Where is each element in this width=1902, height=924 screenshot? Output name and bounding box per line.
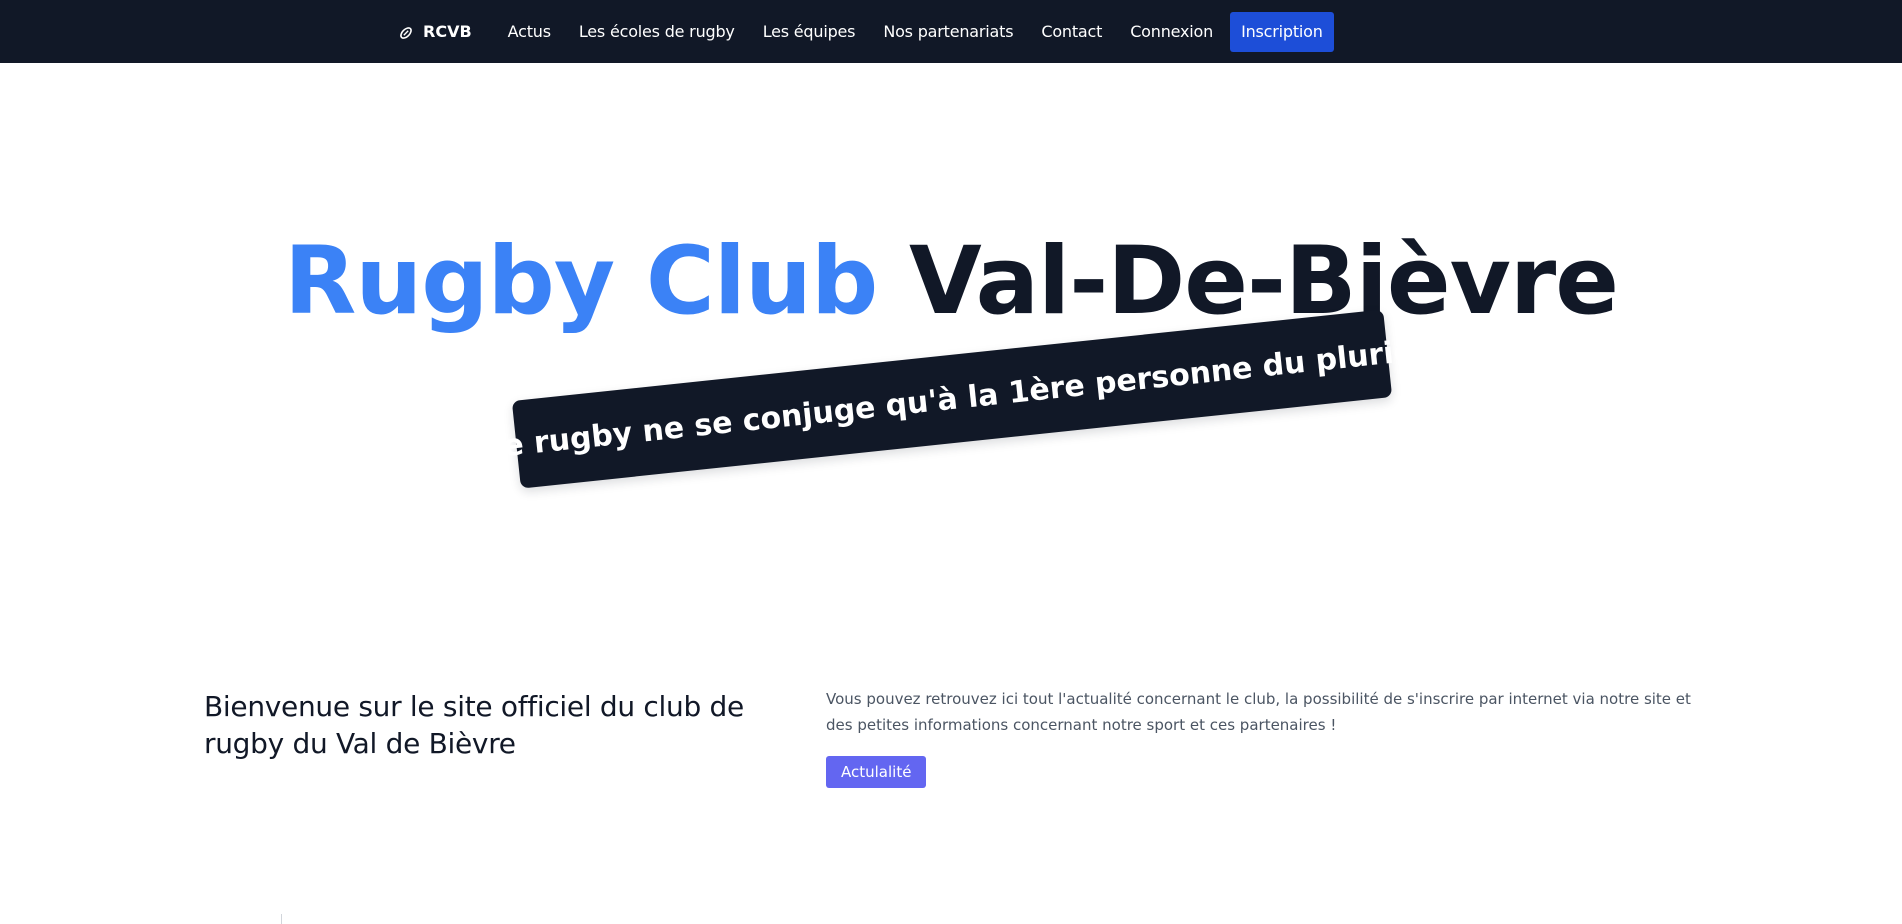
hero-title: Rugby Club Val-De-Bièvre — [0, 222, 1902, 342]
nav-link-actus[interactable]: Actus — [508, 22, 551, 41]
nav-link-ecoles-de-rugby[interactable]: Les écoles de rugby — [579, 22, 735, 41]
top-navbar: RCVB Actus Les écoles de rugby Les équip… — [0, 0, 1902, 63]
nav-link-contact[interactable]: Contact — [1041, 22, 1102, 41]
nav-link-partenariats[interactable]: Nos partenariats — [883, 22, 1013, 41]
rugby-ball-icon — [399, 25, 413, 39]
brand-logo-link[interactable]: RCVB — [399, 22, 472, 41]
welcome-text: Vous pouvez retrouvez ici tout l'actuali… — [826, 690, 1691, 734]
actualite-button[interactable]: Actulalité — [826, 756, 927, 788]
nav-links: Actus Les écoles de rugby Les équipes No… — [508, 11, 1334, 52]
brand-name: RCVB — [423, 22, 472, 41]
inscription-button[interactable]: Inscription — [1230, 11, 1334, 52]
welcome-heading: Bienvenue sur le site officiel du club d… — [204, 690, 744, 760]
hero-title-rest: Val-De-Bièvre — [908, 227, 1619, 336]
divider — [281, 914, 282, 924]
navbar-content: RCVB Actus Les écoles de rugby Les équip… — [399, 0, 1334, 63]
nav-link-connexion[interactable]: Connexion — [1130, 22, 1213, 41]
hero-title-accent: Rugby Club — [283, 227, 878, 336]
nav-link-equipes[interactable]: Les équipes — [763, 22, 856, 41]
